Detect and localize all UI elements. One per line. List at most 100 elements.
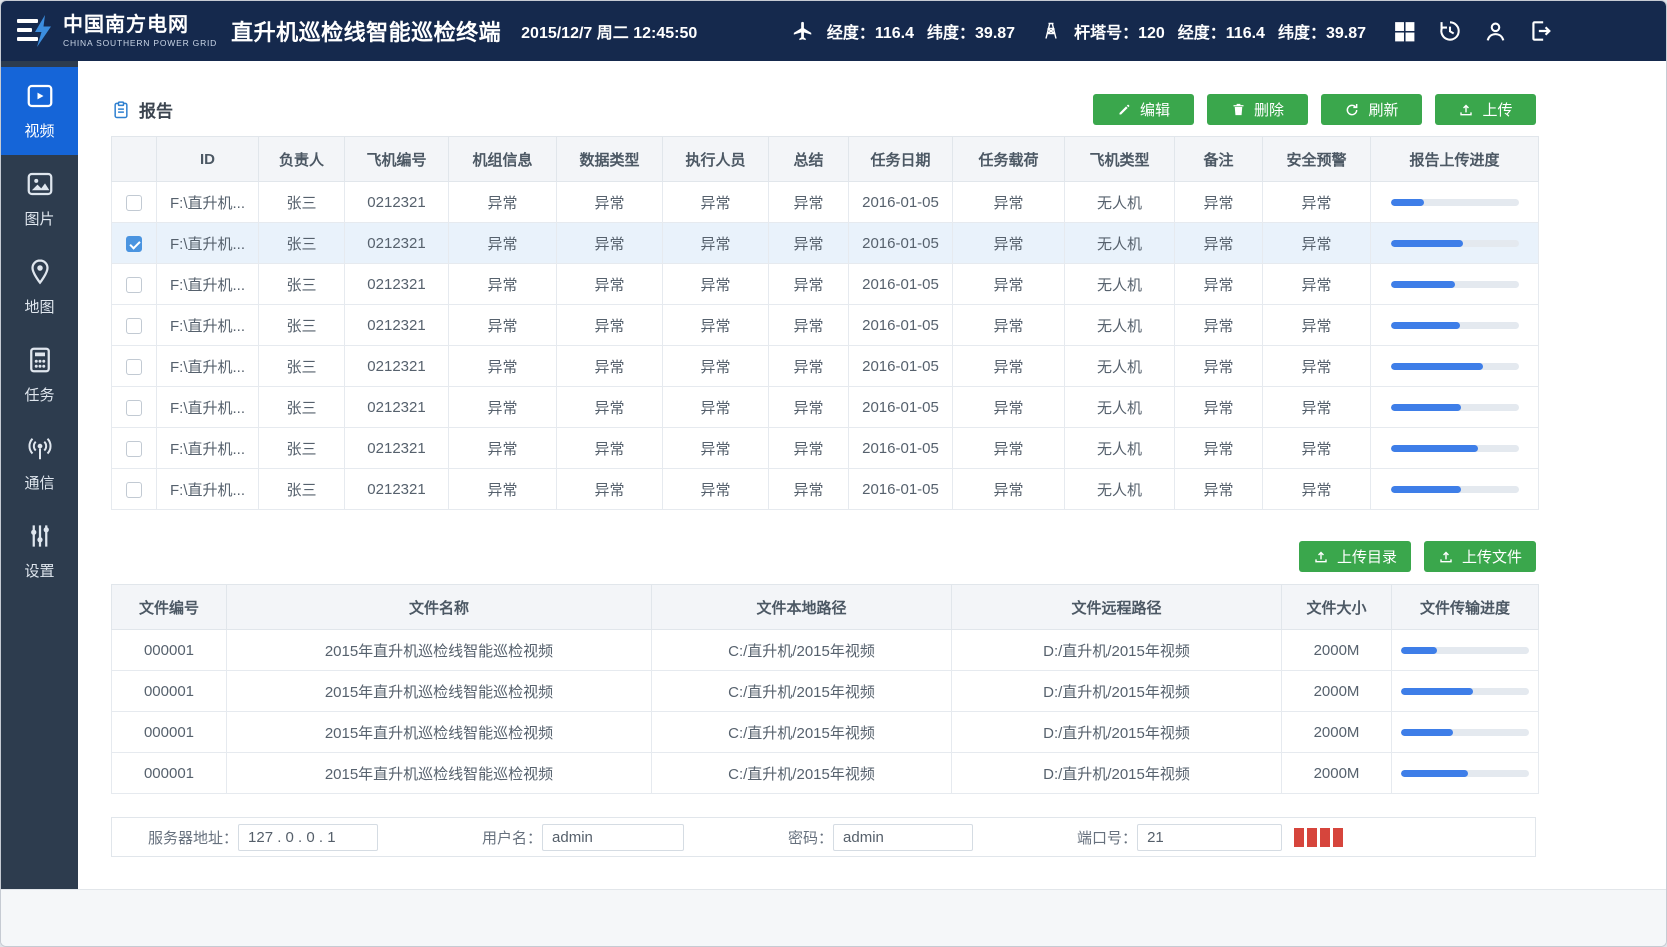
sliders-icon xyxy=(25,521,55,551)
cell-plane-no: 0212321 xyxy=(345,469,449,510)
report-table-row[interactable]: F:\直升机...张三0212321异常异常异常异常2016-01-05异常无人… xyxy=(112,305,1539,346)
report-table-row[interactable]: F:\直升机...张三0212321异常异常异常异常2016-01-05异常无人… xyxy=(112,469,1539,510)
col-crew-info: 机组信息 xyxy=(449,137,557,182)
report-progress-bar-fill xyxy=(1391,486,1461,493)
row-checkbox[interactable] xyxy=(126,441,142,457)
cell-executor: 异常 xyxy=(663,428,769,469)
signal-bar xyxy=(1294,828,1304,847)
refresh-button[interactable]: 刷新 xyxy=(1321,94,1422,125)
sidebar-item-video[interactable]: 视频 xyxy=(1,67,78,155)
upload-button[interactable]: 上传 xyxy=(1435,94,1536,125)
report-table-row[interactable]: F:\直升机...张三0212321异常异常异常异常2016-01-05异常无人… xyxy=(112,346,1539,387)
cell-plane-type: 无人机 xyxy=(1065,223,1175,264)
col-transfer-progress: 文件传输进度 xyxy=(1392,585,1539,630)
cell-remote-path: D:/直升机/2015年视频 xyxy=(952,630,1282,671)
sidebar-item-settings[interactable]: 设置 xyxy=(1,507,78,595)
logout-icon[interactable] xyxy=(1528,18,1554,44)
report-clipboard-icon xyxy=(111,99,131,121)
antenna-icon xyxy=(25,433,55,463)
file-table-row[interactable]: 0000012015年直升机巡检线智能巡检视频C:/直升机/2015年视频D:/… xyxy=(112,671,1539,712)
cell-task-date: 2016-01-05 xyxy=(849,223,953,264)
cell-remote-path: D:/直升机/2015年视频 xyxy=(952,671,1282,712)
sidebar-item-map[interactable]: 地图 xyxy=(1,243,78,331)
sidebar-item-images[interactable]: 图片 xyxy=(1,155,78,243)
cell-transfer-progress xyxy=(1392,753,1539,794)
cell-executor: 异常 xyxy=(663,264,769,305)
select-cell xyxy=(112,387,157,428)
sidebar-item-tasks[interactable]: 任务 xyxy=(1,331,78,419)
username-input[interactable] xyxy=(542,824,684,851)
cell-task-date: 2016-01-05 xyxy=(849,182,953,223)
row-checkbox[interactable] xyxy=(126,482,142,498)
windows-icon[interactable] xyxy=(1392,19,1417,44)
col-file-no: 文件编号 xyxy=(112,585,227,630)
cell-plane-no: 0212321 xyxy=(345,305,449,346)
cell-file-no: 000001 xyxy=(112,712,227,753)
select-cell xyxy=(112,428,157,469)
server-address-input[interactable] xyxy=(238,824,378,851)
cell-owner: 张三 xyxy=(259,428,345,469)
upload-file-label: 上传文件 xyxy=(1462,546,1522,567)
cell-warning: 异常 xyxy=(1263,223,1371,264)
row-checkbox[interactable] xyxy=(126,195,142,211)
report-table-row[interactable]: F:\直升机...张三0212321异常异常异常异常2016-01-05异常无人… xyxy=(112,182,1539,223)
report-table-header-row: ID 负责人 飞机编号 机组信息 数据类型 执行人员 总结 任务日期 任务载荷 … xyxy=(112,137,1539,182)
history-icon[interactable] xyxy=(1437,18,1463,44)
row-checkbox[interactable] xyxy=(126,400,142,416)
sidebar-item-comms[interactable]: 通信 xyxy=(1,419,78,507)
connection-indicator xyxy=(1294,828,1343,847)
user-icon[interactable] xyxy=(1483,19,1508,44)
file-actions: 上传目录 上传文件 xyxy=(111,541,1536,572)
report-progress-bar-fill xyxy=(1391,281,1455,288)
row-checkbox[interactable] xyxy=(126,277,142,293)
cell-task-date: 2016-01-05 xyxy=(849,346,953,387)
report-table-row[interactable]: F:\直升机...张三0212321异常异常异常异常2016-01-05异常无人… xyxy=(112,223,1539,264)
map-pin-icon xyxy=(25,257,55,287)
select-cell xyxy=(112,346,157,387)
file-progress-bar xyxy=(1401,770,1529,777)
row-checkbox[interactable] xyxy=(126,318,142,334)
cell-local-path: C:/直升机/2015年视频 xyxy=(652,753,952,794)
file-table-row[interactable]: 0000012015年直升机巡检线智能巡检视频C:/直升机/2015年视频D:/… xyxy=(112,753,1539,794)
port-input[interactable] xyxy=(1137,824,1282,851)
cell-summary: 异常 xyxy=(769,223,849,264)
file-table-row[interactable]: 0000012015年直升机巡检线智能巡检视频C:/直升机/2015年视频D:/… xyxy=(112,712,1539,753)
cell-task-date: 2016-01-05 xyxy=(849,387,953,428)
row-checkbox[interactable] xyxy=(126,359,142,375)
row-checkbox[interactable] xyxy=(126,236,142,252)
cell-executor: 异常 xyxy=(663,305,769,346)
password-input[interactable] xyxy=(833,824,973,851)
delete-button[interactable]: 删除 xyxy=(1207,94,1308,125)
csg-logo-icon xyxy=(15,14,55,48)
cell-id: F:\直升机... xyxy=(157,182,259,223)
cell-crew-info: 异常 xyxy=(449,346,557,387)
cell-owner: 张三 xyxy=(259,387,345,428)
cell-summary: 异常 xyxy=(769,428,849,469)
cell-upload-progress xyxy=(1371,469,1539,510)
sidebar-item-label: 视频 xyxy=(24,120,54,141)
cell-summary: 异常 xyxy=(769,182,849,223)
report-table-row[interactable]: F:\直升机...张三0212321异常异常异常异常2016-01-05异常无人… xyxy=(112,264,1539,305)
cell-id: F:\直升机... xyxy=(157,223,259,264)
cell-data-type: 异常 xyxy=(557,182,663,223)
upload-directory-button[interactable]: 上传目录 xyxy=(1299,541,1411,572)
cell-data-type: 异常 xyxy=(557,305,663,346)
cell-owner: 张三 xyxy=(259,223,345,264)
report-progress-bar-fill xyxy=(1391,322,1460,329)
file-table-row[interactable]: 0000012015年直升机巡检线智能巡检视频C:/直升机/2015年视频D:/… xyxy=(112,630,1539,671)
cell-summary: 异常 xyxy=(769,469,849,510)
report-progress-bar-fill xyxy=(1391,240,1464,247)
cell-payload: 异常 xyxy=(953,387,1065,428)
cell-remark: 异常 xyxy=(1175,264,1263,305)
video-icon xyxy=(25,81,55,111)
report-progress-bar xyxy=(1391,486,1519,493)
file-progress-bar xyxy=(1401,729,1529,736)
upload-button-label: 上传 xyxy=(1482,99,1512,120)
upload-file-button[interactable]: 上传文件 xyxy=(1424,541,1536,572)
report-table-row[interactable]: F:\直升机...张三0212321异常异常异常异常2016-01-05异常无人… xyxy=(112,428,1539,469)
edit-button[interactable]: 编辑 xyxy=(1093,94,1194,125)
report-table-row[interactable]: F:\直升机...张三0212321异常异常异常异常2016-01-05异常无人… xyxy=(112,387,1539,428)
cell-warning: 异常 xyxy=(1263,428,1371,469)
window-bottom-strip xyxy=(1,889,1666,946)
cell-summary: 异常 xyxy=(769,264,849,305)
